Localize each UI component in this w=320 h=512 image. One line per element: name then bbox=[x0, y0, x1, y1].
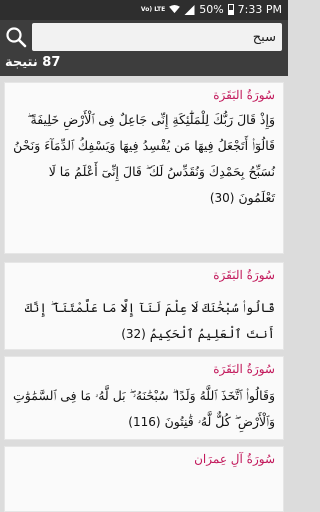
sura-name: سُورَةُ البَقَرَة bbox=[213, 362, 275, 376]
sura-name: سُورَةُ آلِ عِمرَان bbox=[194, 452, 275, 466]
battery-percent: 50% bbox=[199, 3, 224, 16]
search-input[interactable] bbox=[32, 23, 282, 51]
verse-number: (116) bbox=[128, 415, 161, 429]
verse-number: (30) bbox=[209, 191, 235, 205]
sura-name: سُورَةُ البَقَرَة bbox=[213, 268, 275, 282]
verse-number: (32) bbox=[121, 327, 146, 341]
result-card[interactable]: سُورَةُ البَقَرَة وَإِذْ قَالَ رَبُّكَ ل… bbox=[4, 82, 284, 254]
volte-indicator: Vo) LTE bbox=[140, 5, 166, 13]
wifi-icon bbox=[169, 5, 181, 14]
search-icon[interactable] bbox=[4, 25, 28, 49]
clock: 7:33 PM bbox=[237, 3, 282, 16]
app-bar: 87 نتيجة bbox=[0, 20, 288, 76]
result-card[interactable]: سُورَةُ البَقَرَة وَقَالُوا۟ ٱتَّخَذَ ٱل… bbox=[4, 356, 284, 440]
sura-name: سُورَةُ البَقَرَة bbox=[213, 88, 275, 102]
verse-text: وَإِذْ قَالَ رَبُّكَ لِلْمَلَٰٓئِكَةِ إِ… bbox=[13, 112, 275, 205]
signal-icon bbox=[184, 4, 195, 15]
result-card[interactable]: سُورَةُ البَقَرَة قَالُوا۟ سُبْحَٰنَكَ ل… bbox=[4, 262, 284, 350]
verse-text: قَالُوا۟ سُبْحَٰنَكَ لَا عِلْمَ لَنَآ إِ… bbox=[24, 300, 275, 341]
battery-icon bbox=[227, 4, 234, 15]
result-card[interactable]: سُورَةُ آلِ عِمرَان bbox=[4, 446, 284, 512]
verse-text: وَقَالُوا۟ ٱتَّخَذَ ٱللَّهُ وَلَدًا ۗ سُ… bbox=[13, 388, 275, 429]
results-count: 87 نتيجة bbox=[5, 55, 61, 70]
status-bar: Vo) LTE 50% 7:33 PM bbox=[0, 0, 288, 20]
results-list[interactable]: سُورَةُ البَقَرَة وَإِذْ قَالَ رَبُّكَ ل… bbox=[0, 76, 288, 512]
